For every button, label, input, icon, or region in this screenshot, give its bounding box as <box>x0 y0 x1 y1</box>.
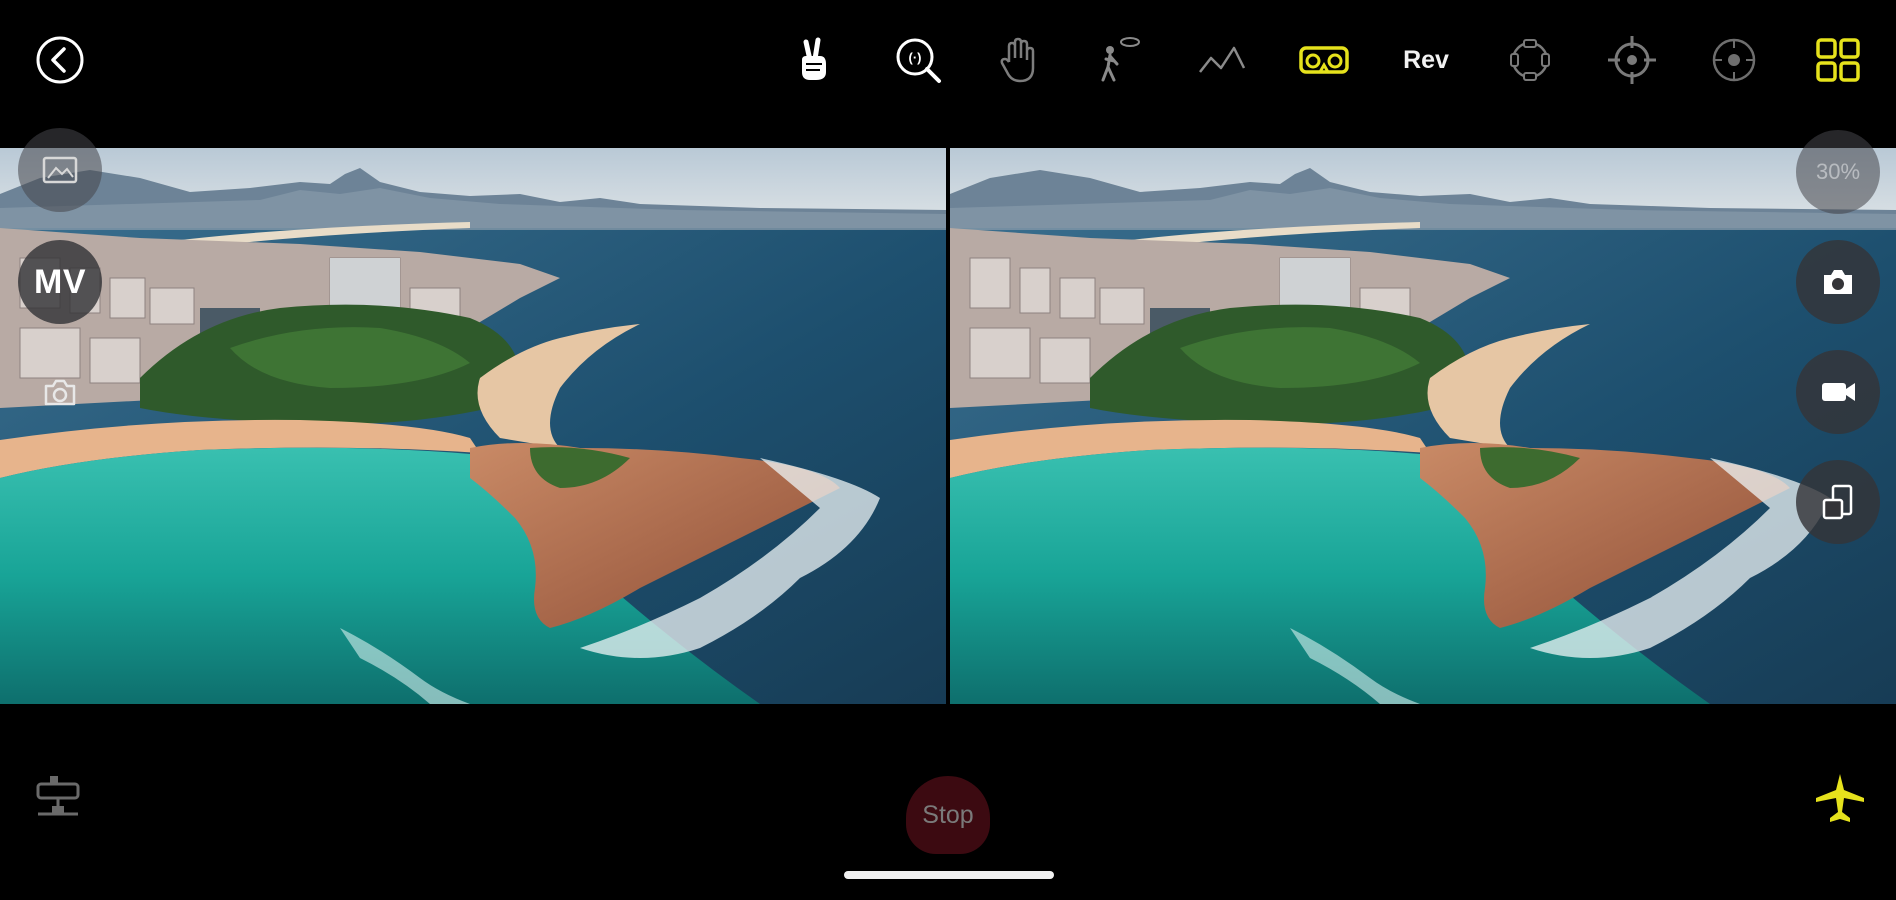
record-video-button[interactable] <box>1796 350 1880 434</box>
palm-gesture-icon <box>1000 37 1035 83</box>
mv-mode-button[interactable]: MV <box>18 240 102 324</box>
svg-text:(·): (·) <box>909 50 922 65</box>
left-camera-view[interactable] <box>0 148 946 704</box>
aerial-scene-image <box>0 148 946 704</box>
mv-label: MV <box>34 262 86 301</box>
rotation-icon <box>1510 39 1550 81</box>
path-line-icon <box>1199 46 1246 73</box>
follow-person-icon <box>1101 37 1140 82</box>
peace-gesture-button[interactable] <box>782 28 846 92</box>
gallery-icon <box>42 156 78 184</box>
circle-target-icon <box>1712 38 1756 82</box>
follow-person-button[interactable] <box>1086 28 1150 92</box>
back-button[interactable] <box>28 28 92 92</box>
vr-goggles-button[interactable] <box>1292 28 1356 92</box>
rotation-button[interactable] <box>1498 28 1562 92</box>
stop-label: Stop <box>922 800 974 829</box>
layout-swap-button[interactable] <box>1796 460 1880 544</box>
grid-layout-icon <box>1816 38 1860 82</box>
path-line-button[interactable] <box>1190 28 1254 92</box>
vr-goggles-icon <box>1299 46 1349 74</box>
crosshair-target-button[interactable] <box>1600 28 1664 92</box>
back-icon <box>36 36 84 84</box>
palm-gesture-button[interactable] <box>986 28 1050 92</box>
zoom-magnifier-button[interactable]: (·) <box>886 28 950 92</box>
left-camera-button[interactable] <box>18 350 102 434</box>
stop-button[interactable]: Stop <box>906 776 990 854</box>
crosshair-target-icon <box>1608 36 1656 84</box>
zoom-label: 30% <box>1815 159 1861 184</box>
network-device-button[interactable] <box>30 770 86 826</box>
gallery-button[interactable] <box>18 128 102 212</box>
peace-gesture-icon <box>802 37 826 80</box>
rev-mode-button[interactable]: Rev <box>1394 28 1458 92</box>
layout-swap-icon <box>1822 484 1853 520</box>
circle-target-button[interactable] <box>1702 28 1766 92</box>
zoom-magnifier-icon: (·) <box>896 38 941 83</box>
top-toolbar: (·) Rev <box>0 0 1896 148</box>
drone-icon <box>1816 774 1864 822</box>
drone-button[interactable] <box>1810 768 1870 828</box>
network-device-icon <box>36 776 80 816</box>
home-indicator[interactable] <box>844 871 1054 879</box>
zoom-indicator[interactable]: 30% <box>1796 130 1880 214</box>
video-camera-icon <box>1822 383 1855 401</box>
rev-label: Rev <box>1403 45 1449 74</box>
take-photo-button[interactable] <box>1796 240 1880 324</box>
right-camera-view[interactable] <box>950 148 1896 704</box>
camera-icon <box>44 379 76 406</box>
photo-camera-icon <box>1824 270 1852 294</box>
grid-layout-button[interactable] <box>1806 28 1870 92</box>
aerial-scene-image <box>950 148 1896 704</box>
